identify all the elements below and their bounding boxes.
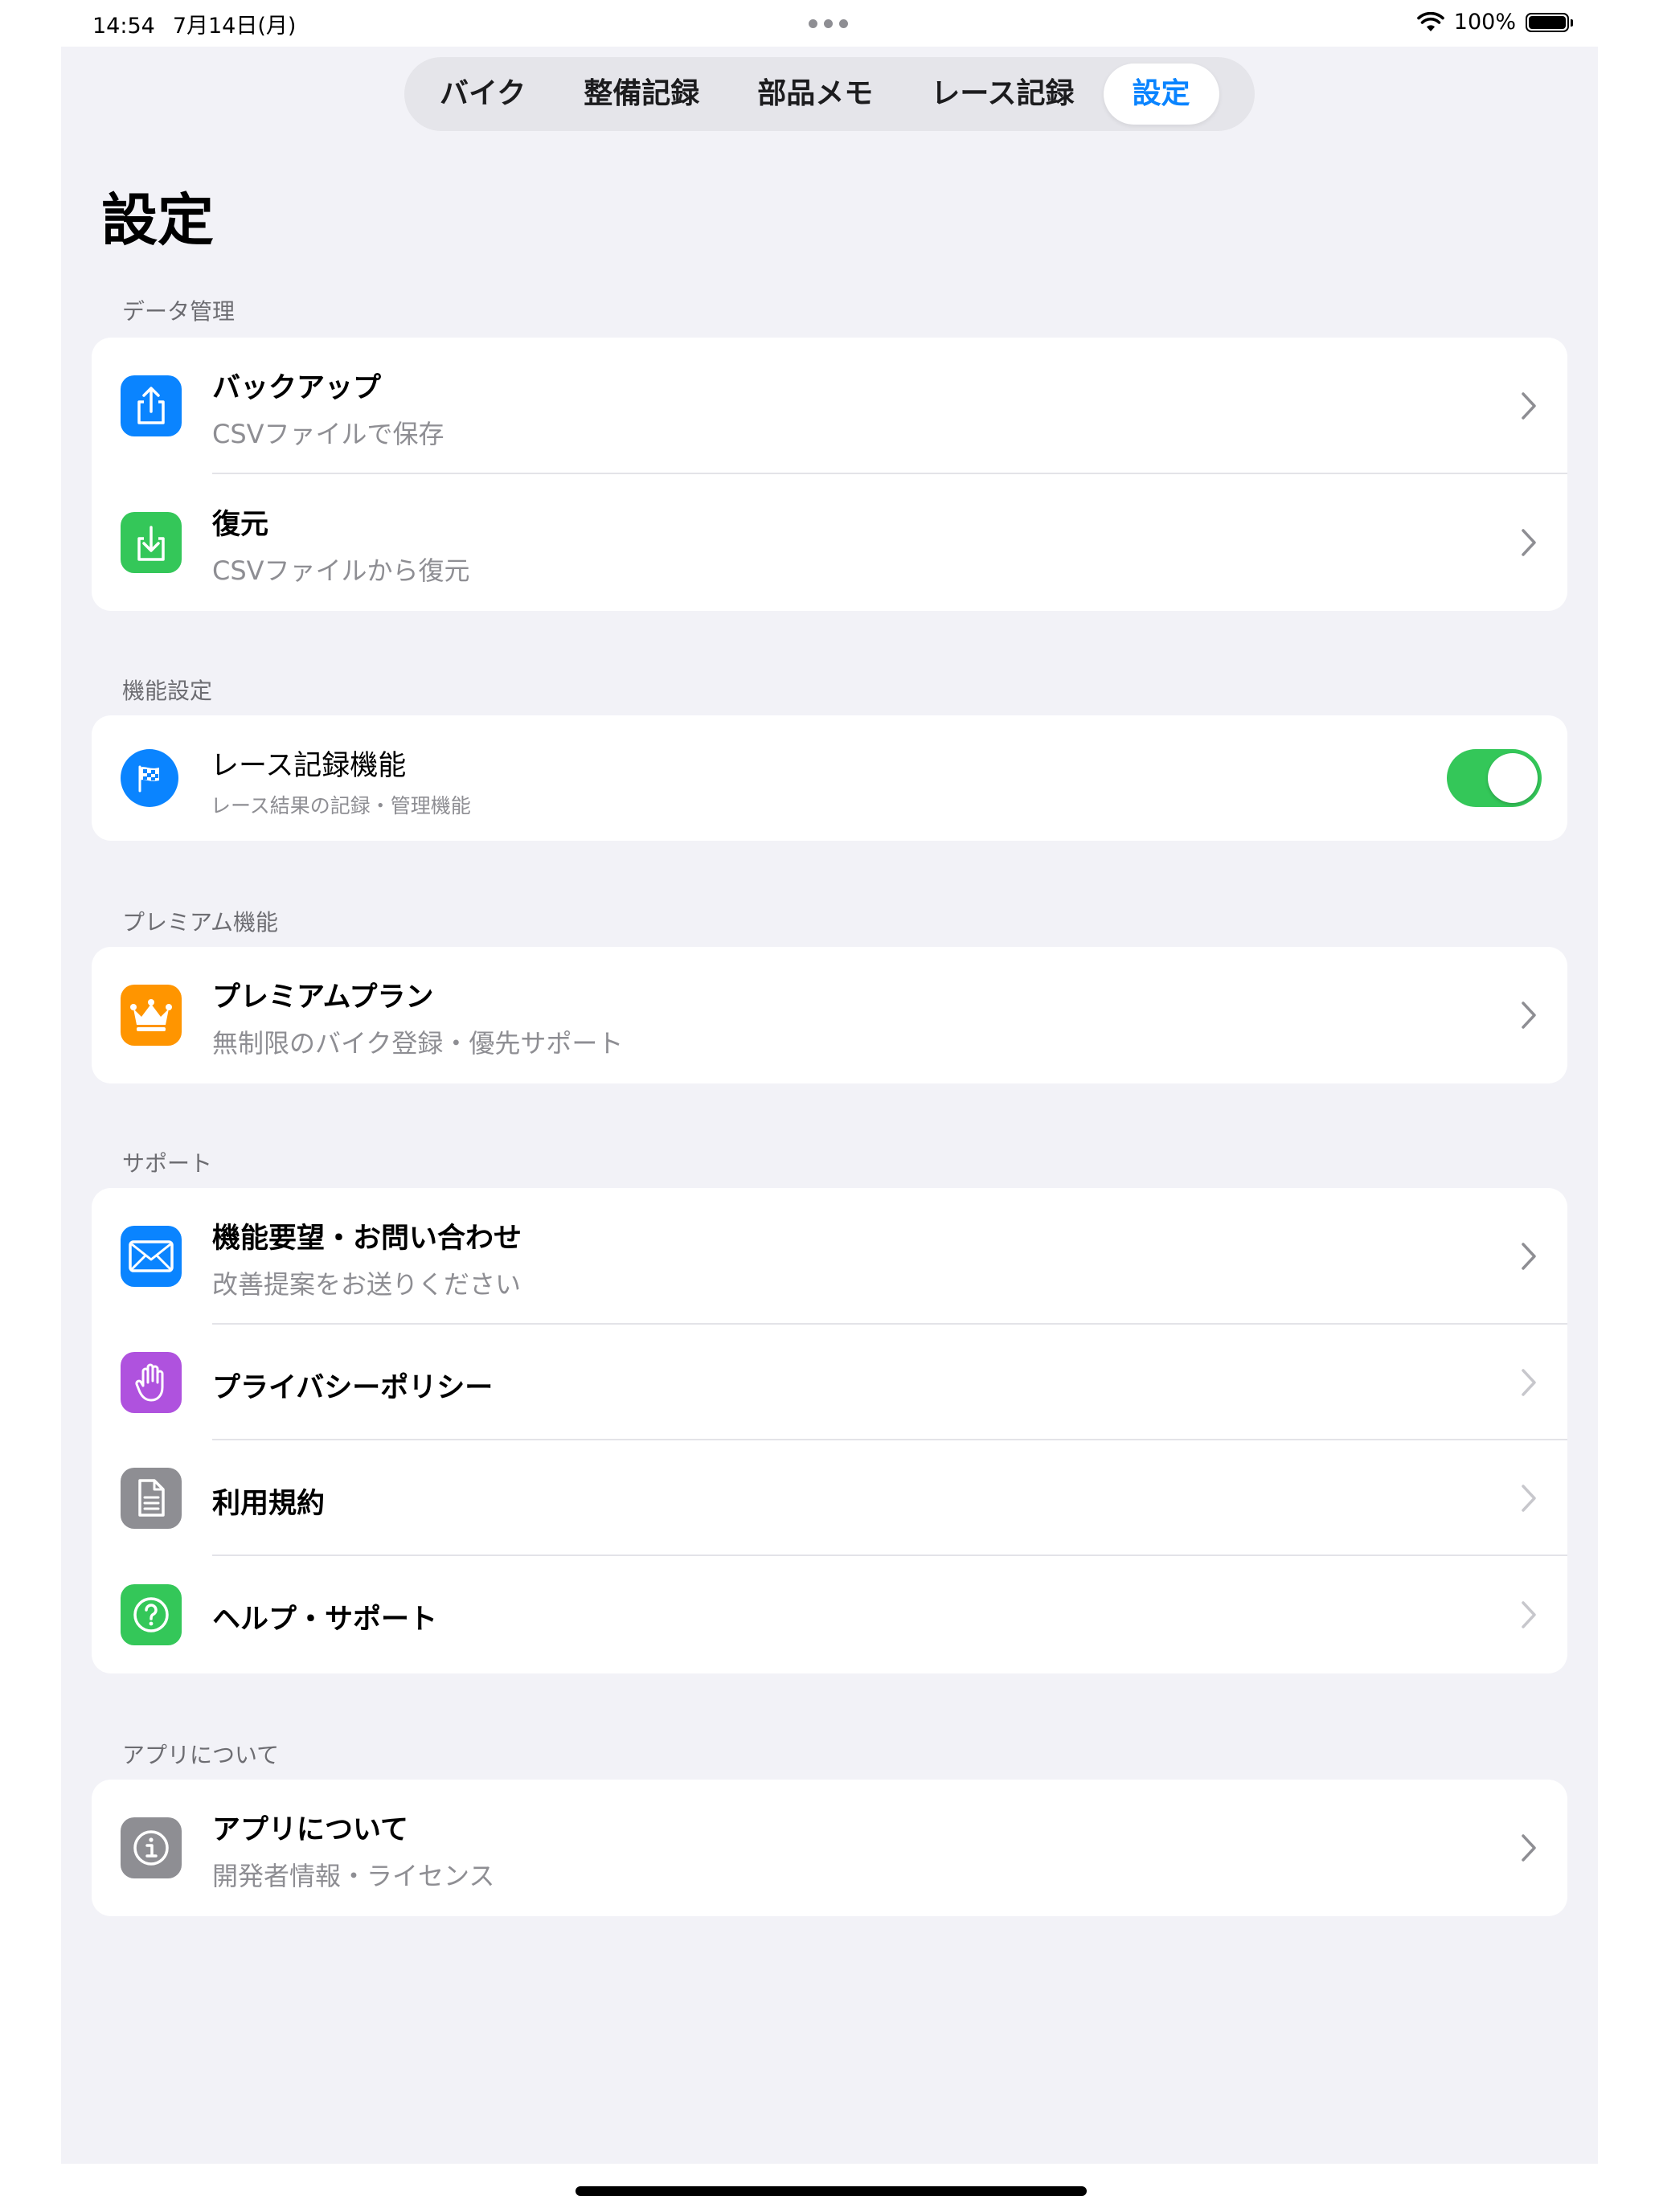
race-record-feature-row: レース記録機能 レース結果の記録・管理機能 — [92, 715, 1567, 841]
home-indicator[interactable] — [576, 2186, 1087, 2196]
download-icon — [121, 512, 182, 573]
page-title: 設定 — [101, 187, 214, 253]
section-header-data: データ管理 — [122, 298, 236, 325]
chevron-right-icon — [1522, 1601, 1536, 1628]
chevron-right-icon — [1522, 1485, 1536, 1512]
chevron-right-icon — [1522, 529, 1536, 556]
section-header-premium: プレミアム機能 — [122, 909, 279, 936]
help-support-title: ヘルプ・サポート — [212, 1604, 438, 1636]
premium-plan-row[interactable]: プレミアムプラン 無制限のバイク登録・優先サポート — [92, 947, 1567, 1083]
privacy-policy-row[interactable]: プライバシーポリシー — [92, 1325, 1567, 1440]
backup-subtitle: CSVファイルで保存 — [212, 419, 444, 449]
hand-icon — [121, 1352, 182, 1413]
restore-title: 復元 — [212, 509, 269, 541]
feature-settings-group: レース記録機能 レース結果の記録・管理機能 — [92, 715, 1567, 841]
chevron-right-icon — [1522, 1834, 1536, 1862]
status-time-date: 14:54 7月14日(月) — [92, 8, 296, 39]
race-feature-toggle[interactable] — [1447, 749, 1542, 807]
backup-row[interactable]: バックアップ CSVファイルで保存 — [92, 338, 1567, 474]
section-header-support: サポート — [122, 1150, 213, 1177]
question-icon — [121, 1584, 182, 1645]
tab-settings[interactable]: 設定 — [1103, 63, 1219, 125]
about-group: アプリについて 開発者情報・ライセンス — [92, 1780, 1567, 1916]
restore-subtitle: CSVファイルから復元 — [212, 555, 470, 586]
terms-row[interactable]: 利用規約 — [92, 1440, 1567, 1556]
support-group: 機能要望・お問い合わせ 改善提案をお送りください プライバシーポリシー 利用規約… — [92, 1188, 1567, 1673]
multitasking-dots-icon[interactable] — [809, 19, 848, 28]
privacy-policy-title: プライバシーポリシー — [212, 1372, 494, 1404]
premium-plan-title: プレミアムプラン — [212, 981, 434, 1014]
battery-percent: 100% — [1453, 10, 1516, 35]
feedback-title: 機能要望・お問い合わせ — [212, 1223, 522, 1255]
chevron-right-icon — [1522, 1369, 1536, 1396]
backup-title: バックアップ — [212, 372, 382, 404]
chevron-right-icon — [1522, 392, 1536, 420]
premium-plan-subtitle: 無制限のバイク登録・優先サポート — [212, 1028, 624, 1059]
data-management-group: バックアップ CSVファイルで保存 復元 CSVファイルから復元 — [92, 338, 1567, 611]
wifi-icon — [1416, 11, 1444, 31]
chevron-right-icon — [1522, 1002, 1536, 1029]
tab-maintenance[interactable]: 整備記録 — [555, 63, 728, 125]
section-header-about: アプリについて — [122, 1742, 280, 1768]
settings-screen: バイク 整備記録 部品メモ レース記録 設定 設定 データ管理 バックアップ C… — [61, 47, 1598, 2164]
tab-bike[interactable]: バイク — [411, 63, 555, 125]
feedback-subtitle: 改善提案をお送りください — [212, 1269, 522, 1300]
about-app-row[interactable]: アプリについて 開発者情報・ライセンス — [92, 1780, 1567, 1916]
status-time: 14:54 — [92, 14, 155, 39]
toggle-knob — [1488, 753, 1538, 803]
tab-bar: バイク 整備記録 部品メモ レース記録 設定 — [404, 57, 1255, 131]
status-bar: 14:54 7月14日(月) 100% — [0, 0, 1659, 47]
tab-parts-memo[interactable]: 部品メモ — [728, 63, 902, 125]
status-indicators: 100% — [1416, 10, 1573, 35]
help-support-row[interactable]: ヘルプ・サポート — [92, 1556, 1567, 1673]
feedback-row[interactable]: 機能要望・お問い合わせ 改善提案をお送りください — [92, 1188, 1567, 1325]
race-feature-title: レース記録機能 — [211, 750, 407, 782]
share-icon — [121, 375, 182, 436]
document-icon — [121, 1468, 182, 1529]
status-date: 7月14日(月) — [172, 14, 297, 39]
premium-group: プレミアムプラン 無制限のバイク登録・優先サポート — [92, 947, 1567, 1083]
checkered-flag-icon — [121, 749, 178, 807]
restore-row[interactable]: 復元 CSVファイルから復元 — [92, 474, 1567, 611]
about-app-title: アプリについて — [212, 1814, 408, 1846]
mail-icon — [121, 1226, 182, 1287]
section-header-features: 機能設定 — [122, 678, 213, 704]
terms-title: 利用規約 — [212, 1488, 326, 1520]
chevron-right-icon — [1522, 1243, 1536, 1270]
info-icon — [121, 1817, 182, 1878]
tab-race-records[interactable]: レース記録 — [902, 63, 1103, 125]
about-app-subtitle: 開発者情報・ライセンス — [212, 1861, 495, 1891]
crown-icon — [121, 985, 182, 1046]
race-feature-subtitle: レース結果の記録・管理機能 — [211, 794, 471, 817]
battery-icon — [1526, 12, 1573, 32]
